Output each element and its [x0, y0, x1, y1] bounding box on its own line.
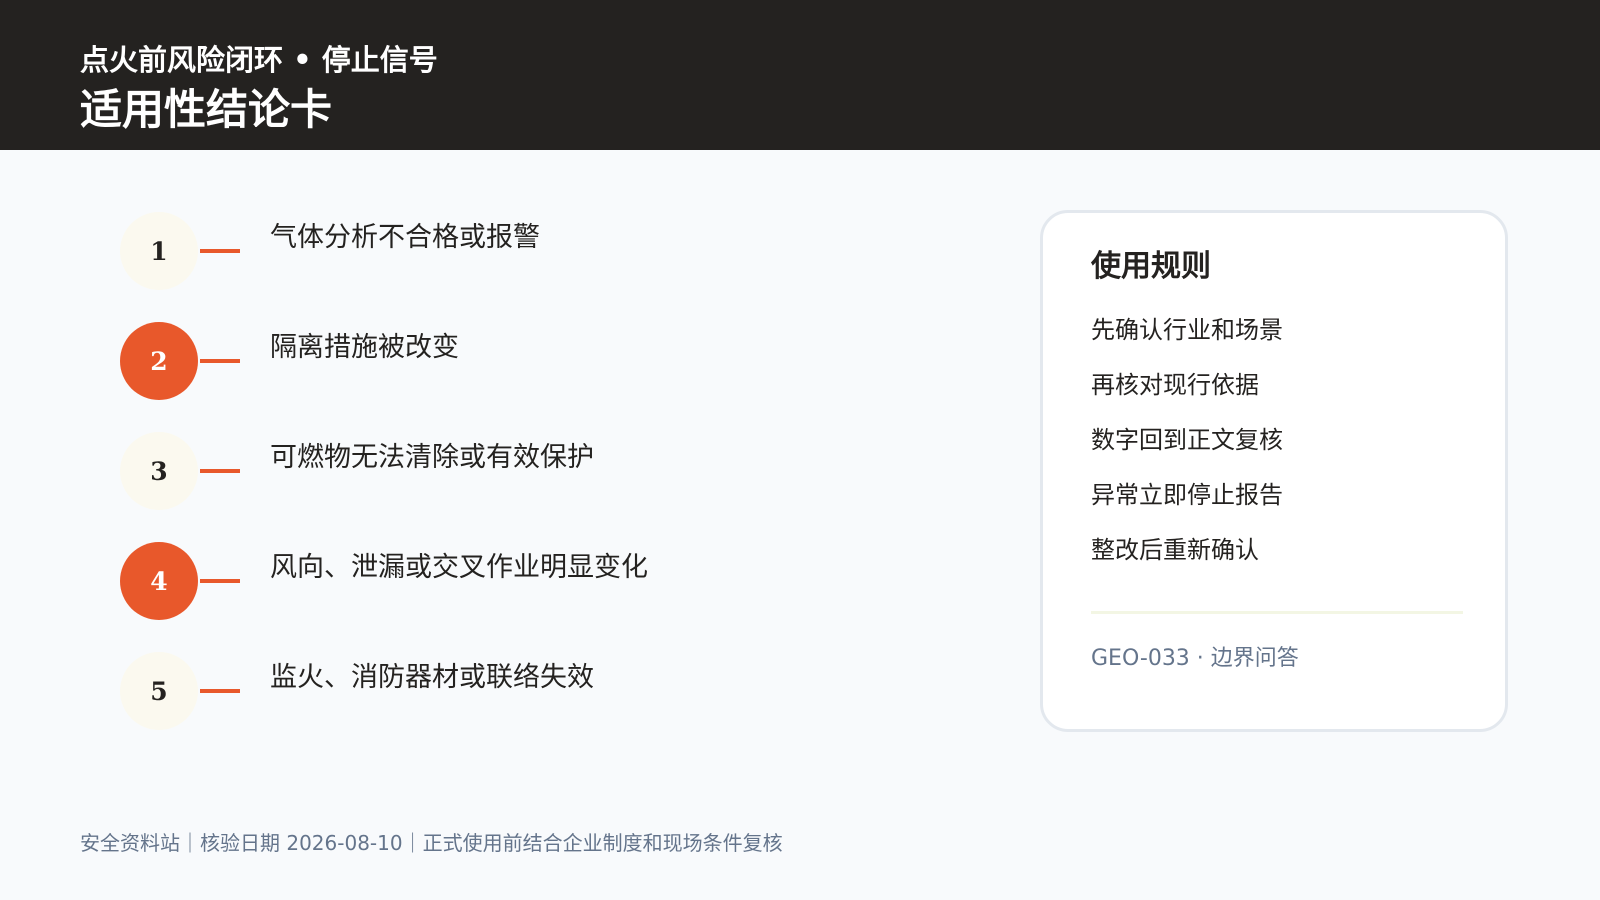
step-item-2: 2 隔离措施被改变	[120, 322, 820, 402]
step-label: 隔离措施被改变	[270, 332, 459, 363]
step-number-badge: 1	[120, 212, 198, 290]
footer-note: 安全资料站｜核验日期 2026-08-10｜正式使用前结合企业制度和现场条件复核	[80, 831, 783, 855]
rules-card-title: 使用规则	[1091, 249, 1211, 284]
step-connector	[200, 579, 240, 583]
step-connector	[200, 359, 240, 363]
card-divider	[1091, 611, 1463, 614]
step-connector	[200, 469, 240, 473]
step-connector	[200, 249, 240, 253]
step-item-1: 1 气体分析不合格或报警	[120, 212, 820, 292]
page-title: 适用性结论卡	[80, 85, 333, 134]
step-item-4: 4 风向、泄漏或交叉作业明显变化	[120, 542, 820, 622]
rule-item: 异常立即停止报告	[1091, 481, 1283, 509]
step-label: 风向、泄漏或交叉作业明显变化	[270, 552, 648, 583]
step-number-badge: 3	[120, 432, 198, 510]
rule-item: 先确认行业和场景	[1091, 316, 1283, 344]
step-label: 可燃物无法清除或有效保护	[270, 442, 594, 473]
header-supertitle: 点火前风险闭环 • 停止信号	[80, 43, 438, 77]
rule-item: 再核对现行依据	[1091, 371, 1259, 399]
rules-card: 使用规则 先确认行业和场景 再核对现行依据 数字回到正文复核 异常立即停止报告 …	[1040, 210, 1508, 732]
step-label: 气体分析不合格或报警	[270, 222, 540, 253]
header-banner: 点火前风险闭环 • 停止信号 适用性结论卡	[0, 0, 1600, 150]
card-reference-code: GEO-033 · 边界问答	[1091, 646, 1299, 671]
step-number-badge: 5	[120, 652, 198, 730]
step-item-5: 5 监火、消防器材或联络失效	[120, 652, 820, 732]
step-item-3: 3 可燃物无法清除或有效保护	[120, 432, 820, 512]
step-connector	[200, 689, 240, 693]
rule-item: 整改后重新确认	[1091, 536, 1259, 564]
step-number-badge: 2	[120, 322, 198, 400]
rule-item: 数字回到正文复核	[1091, 426, 1283, 454]
step-label: 监火、消防器材或联络失效	[270, 662, 594, 693]
step-number-badge: 4	[120, 542, 198, 620]
